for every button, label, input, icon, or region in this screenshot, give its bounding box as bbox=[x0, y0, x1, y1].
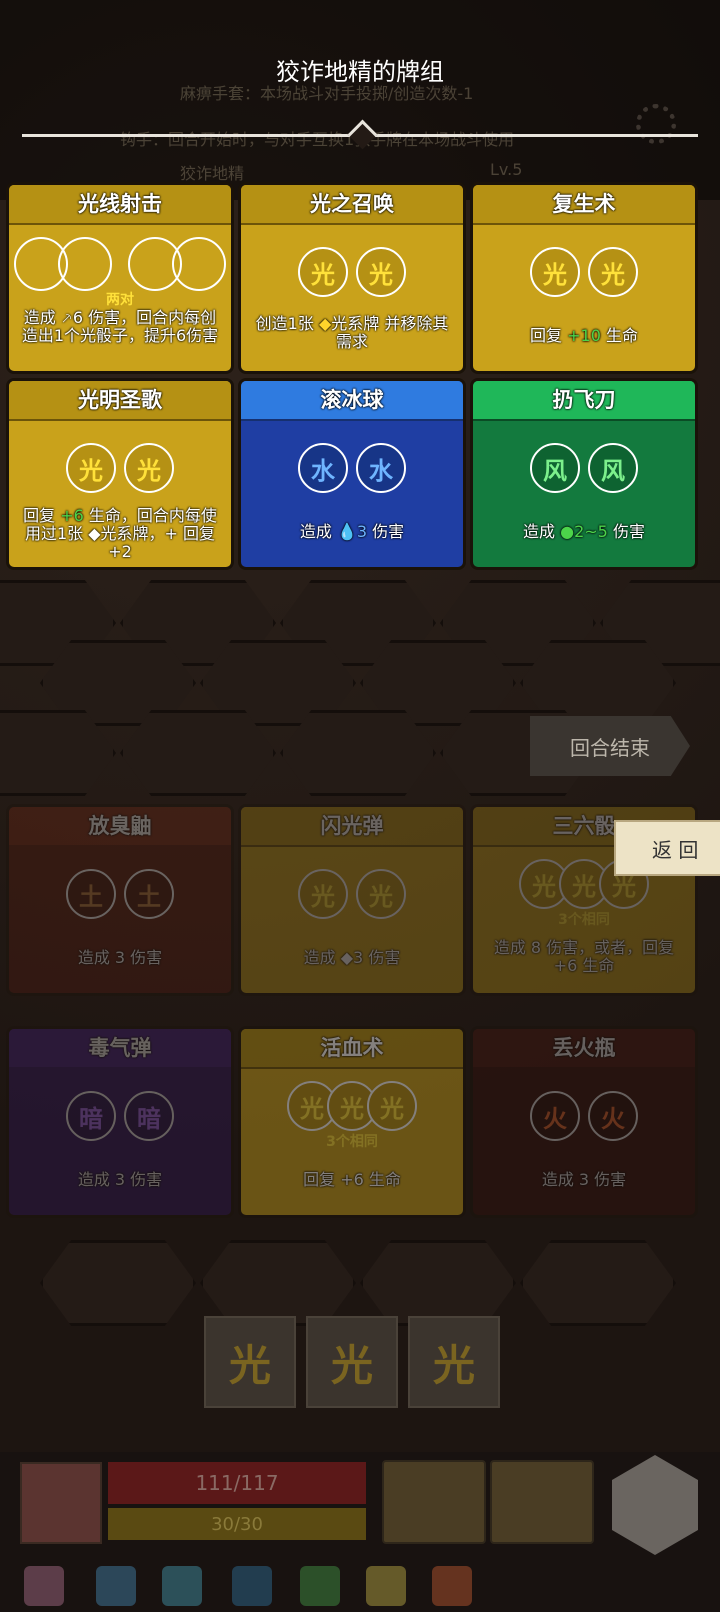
dice-requirement-label: 3个相同 bbox=[326, 1134, 378, 1150]
card-title: 活血术 bbox=[241, 1029, 463, 1069]
dice-requirement-label: 两对 bbox=[106, 292, 134, 308]
light-dice-icon: 光 bbox=[588, 247, 638, 297]
card-light-shot[interactable]: 光线射击 两对 造成 ⸕6 伤害，回合内每创造出1个光骰子，提升6伤害 bbox=[6, 182, 234, 374]
scroll-icon[interactable] bbox=[300, 1566, 340, 1606]
lantern-icon[interactable] bbox=[162, 1566, 202, 1606]
fire-skull-icon[interactable] bbox=[432, 1566, 472, 1606]
hand-light-dice[interactable]: 光 bbox=[408, 1316, 500, 1408]
earth-dice-icon: 土 bbox=[66, 869, 116, 919]
card-description: 造成 ⸕6 伤害，回合内每创造出1个光骰子，提升6伤害 bbox=[21, 308, 219, 345]
light-dice-icon: 光 bbox=[530, 247, 580, 297]
status-line-hook: 钩手：回合开始时，与对手互换1张手牌在本场战斗使用 bbox=[120, 130, 515, 149]
enemy-name: 狡诈地精 bbox=[180, 164, 245, 183]
card-title: 复生术 bbox=[473, 185, 695, 225]
water-dice-icon: 水 bbox=[356, 443, 406, 493]
enemy-level: Lv.5 bbox=[490, 160, 523, 179]
card-throw-knife[interactable]: 扔飞刀 风 风 造成 ●2~5 伤害 bbox=[470, 378, 698, 570]
empty-dice-slot-icon bbox=[172, 237, 226, 291]
card-title: 光之召唤 bbox=[241, 185, 463, 225]
light-dice-icon: 光 bbox=[298, 247, 348, 297]
end-turn-button[interactable]: 回合结束 bbox=[530, 716, 690, 776]
card-title: 光线射击 bbox=[9, 185, 231, 225]
card-resurrection[interactable]: 复生术 光 光 回复 +10 生命 bbox=[470, 182, 698, 374]
item-slot-eye[interactable] bbox=[490, 1460, 594, 1544]
water-drop-icon: 💧 bbox=[336, 522, 357, 541]
card-title: 滚冰球 bbox=[241, 381, 463, 421]
card-title: 光明圣歌 bbox=[9, 381, 231, 421]
card-title: 毒气弹 bbox=[9, 1029, 231, 1067]
player-hp-bar: 111/117 bbox=[108, 1462, 366, 1504]
card-description: 回复 +10 生命 bbox=[530, 326, 638, 345]
player-avatar[interactable] bbox=[20, 1462, 102, 1544]
empty-dice-slot-icon bbox=[58, 237, 112, 291]
dark-dice-icon: 暗 bbox=[66, 1091, 116, 1141]
light-dice-icon: 光 bbox=[66, 443, 116, 493]
back-button[interactable]: 返 回 bbox=[614, 820, 720, 876]
light-dice-icon: 光 bbox=[124, 443, 174, 493]
hand-light-dice[interactable]: 光 bbox=[204, 1316, 296, 1408]
light-dice-icon: 光 bbox=[298, 869, 348, 919]
card-description: 造成 3 伤害 bbox=[77, 1170, 163, 1189]
card-description: 造成 3 伤害 bbox=[541, 1170, 627, 1189]
card-poison-gas[interactable]: 毒气弹 暗 暗 造成 3 伤害 bbox=[6, 1026, 234, 1218]
card-skunk[interactable]: 放臭鼬 土 土 造成 3 伤害 bbox=[6, 804, 234, 996]
wind-dice-icon: 风 bbox=[588, 443, 638, 493]
pickaxe-icon[interactable] bbox=[96, 1566, 136, 1606]
card-light-hymn[interactable]: 光明圣歌 光 光 回复 +6 生命，回合内每使用过1张 ◆光系牌，+ 回复+2 bbox=[6, 378, 234, 570]
card-flashbang[interactable]: 闪光弹 光 光 造成 ◆3 伤害 bbox=[238, 804, 466, 996]
light-dice-icon: 光 bbox=[356, 869, 406, 919]
fire-dice-icon: 火 bbox=[530, 1091, 580, 1141]
card-title: 闪光弹 bbox=[241, 807, 463, 847]
card-light-summon[interactable]: 光之召唤 光 光 创造1张 ◆光系牌 并移除其需求 bbox=[238, 182, 466, 374]
light-dice-icon: 光 bbox=[367, 1081, 417, 1131]
card-description: 造成 ●2~5 伤害 bbox=[523, 522, 645, 541]
player-energy-bar: 30/30 bbox=[108, 1508, 366, 1540]
shield-icon[interactable] bbox=[232, 1566, 272, 1606]
card-ice-ball[interactable]: 滚冰球 水 水 造成 💧3 伤害 bbox=[238, 378, 466, 570]
card-title: 丢火瓶 bbox=[473, 1029, 695, 1067]
wind-dice-icon: 风 bbox=[530, 443, 580, 493]
card-description: 造成 8 伤害，或者，回复 +6 生命 bbox=[493, 938, 675, 975]
item-slot-fire[interactable] bbox=[382, 1460, 486, 1544]
card-description: 回复 +6 生命 bbox=[303, 1170, 401, 1189]
card-title: 放臭鼬 bbox=[9, 807, 231, 845]
card-fire-bottle[interactable]: 丢火瓶 火 火 造成 3 伤害 bbox=[470, 1026, 698, 1218]
sword-icon: ⸕ bbox=[60, 308, 73, 327]
card-description: 回复 +6 生命，回合内每使用过1张 ◆光系牌，+ 回复+2 bbox=[23, 506, 217, 561]
hand-light-dice[interactable]: 光 bbox=[306, 1316, 398, 1408]
earth-dice-icon: 土 bbox=[124, 869, 174, 919]
card-description: 创造1张 ◆光系牌 并移除其需求 bbox=[255, 314, 449, 351]
card-description: 造成 ◆3 伤害 bbox=[303, 948, 401, 967]
light-dice-icon: 光 bbox=[356, 247, 406, 297]
water-dice-icon: 水 bbox=[298, 443, 348, 493]
card-blood-spell[interactable]: 活血术 光 光 光 3个相同 回复 +6 生命 bbox=[238, 1026, 466, 1218]
card-description: 造成 3 伤害 bbox=[77, 948, 163, 967]
dice-requirement-label: 3个相同 bbox=[558, 912, 610, 928]
deck-title: 狡诈地精的牌组 bbox=[276, 58, 444, 86]
crystal-icon[interactable] bbox=[24, 1566, 64, 1606]
box-icon[interactable] bbox=[366, 1566, 406, 1606]
card-description: 造成 💧3 伤害 bbox=[299, 522, 405, 541]
dark-dice-icon: 暗 bbox=[124, 1091, 174, 1141]
fire-dice-icon: 火 bbox=[588, 1091, 638, 1141]
leaf-icon: ● bbox=[560, 522, 575, 541]
card-title: 扔飞刀 bbox=[473, 381, 695, 421]
settings-gear-icon[interactable] bbox=[636, 104, 676, 144]
